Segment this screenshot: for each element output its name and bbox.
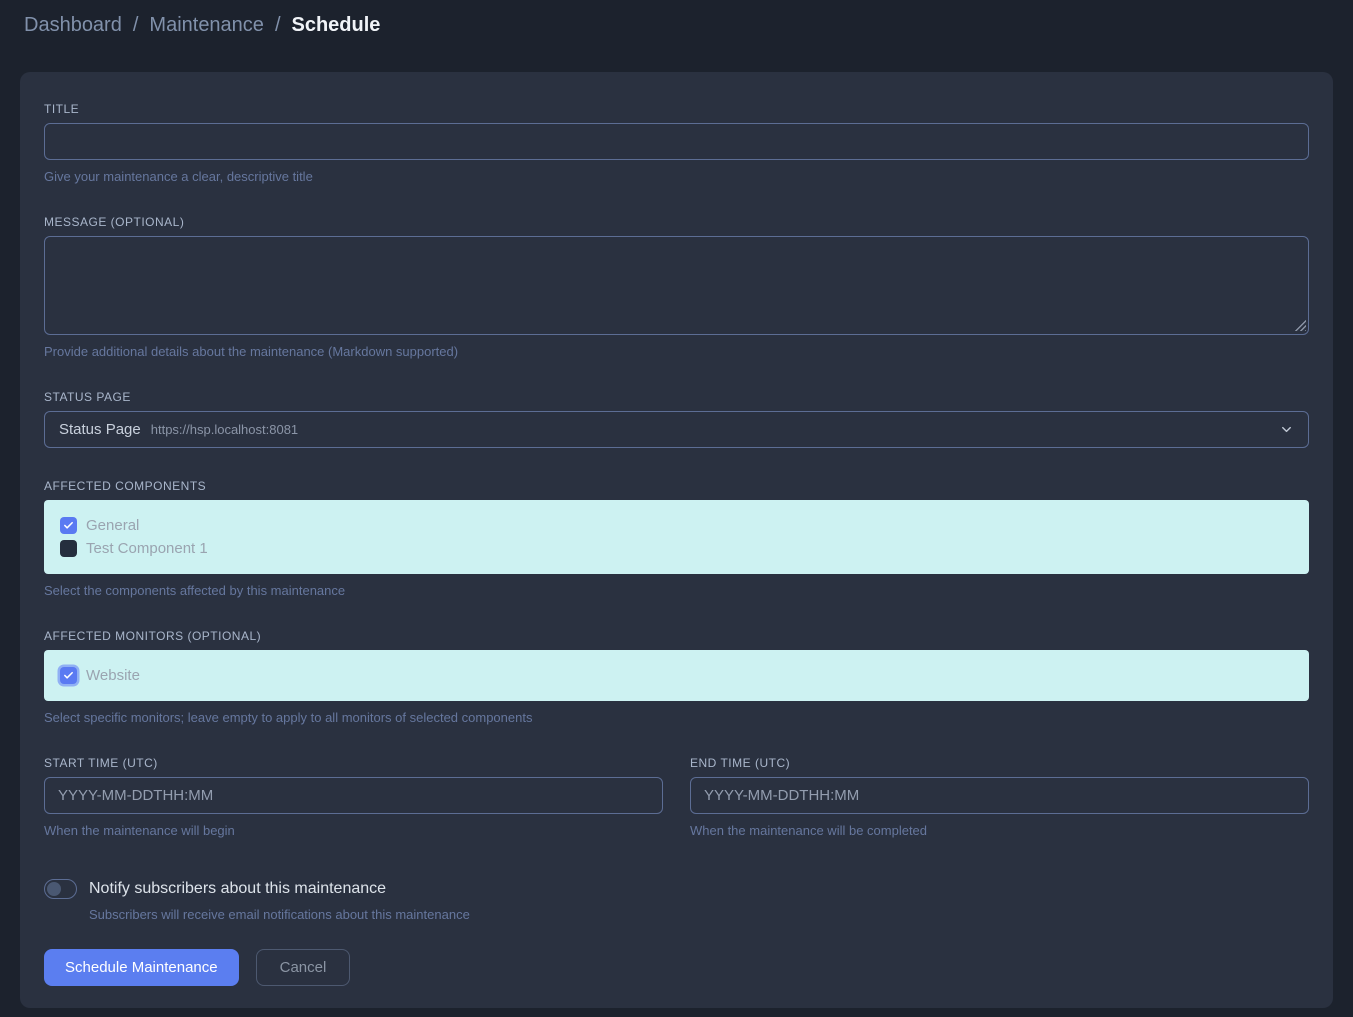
monitor-option-website[interactable]: Website (60, 665, 1293, 686)
time-fields-row: START TIME (UTC) When the maintenance wi… (44, 756, 1309, 838)
toggle-knob (47, 882, 61, 896)
notify-subscribers-helper-text: Subscribers will receive email notificat… (89, 907, 1309, 922)
affected-components-option-box: General Test Component 1 (44, 500, 1309, 574)
message-field-group: MESSAGE (OPTIONAL) Provide additional de… (44, 215, 1309, 359)
breadcrumb-item-maintenance[interactable]: Maintenance (149, 14, 264, 37)
form-actions: Schedule Maintenance Cancel (44, 949, 1309, 986)
checkbox-checked-icon[interactable] (60, 517, 77, 534)
start-time-label: START TIME (UTC) (44, 756, 663, 770)
notify-subscribers-group: Notify subscribers about this maintenanc… (44, 879, 1309, 922)
breadcrumb-separator: / (275, 14, 281, 37)
component-option-general[interactable]: General (60, 515, 1293, 536)
start-time-input[interactable] (44, 777, 663, 814)
breadcrumb-item-dashboard[interactable]: Dashboard (24, 14, 122, 37)
component-option-label[interactable]: Test Component 1 (86, 540, 208, 557)
affected-components-helper-text: Select the components affected by this m… (44, 583, 1309, 598)
message-helper-text: Provide additional details about the mai… (44, 344, 1309, 359)
status-page-selected-name: Status Page (59, 421, 141, 438)
top-bar: Dashboard / Maintenance / Schedule (0, 0, 1353, 50)
status-page-selected-url: https://hsp.localhost:8081 (151, 422, 298, 437)
affected-components-label: AFFECTED COMPONENTS (44, 479, 1309, 493)
start-time-field-group: START TIME (UTC) When the maintenance wi… (44, 756, 663, 838)
breadcrumb-item-schedule: Schedule (292, 14, 381, 37)
status-page-field-group: STATUS PAGE Status Page https://hsp.loca… (44, 390, 1309, 448)
end-time-label: END TIME (UTC) (690, 756, 1309, 770)
monitor-option-label[interactable]: Website (86, 667, 140, 684)
breadcrumb: Dashboard / Maintenance / Schedule (24, 14, 380, 37)
affected-monitors-label: AFFECTED MONITORS (OPTIONAL) (44, 629, 1309, 643)
end-time-input[interactable] (690, 777, 1309, 814)
chevron-down-icon[interactable] (1279, 422, 1294, 437)
title-input[interactable] (44, 123, 1309, 160)
message-textarea-wrap (44, 236, 1309, 335)
affected-monitors-option-box: Website (44, 650, 1309, 701)
cancel-button[interactable]: Cancel (256, 949, 351, 986)
checkbox-checked-icon[interactable] (60, 667, 77, 684)
component-option-label[interactable]: General (86, 517, 139, 534)
component-option-test-component-1[interactable]: Test Component 1 (60, 538, 1293, 559)
title-helper-text: Give your maintenance a clear, descripti… (44, 169, 1309, 184)
notify-subscribers-label[interactable]: Notify subscribers about this maintenanc… (89, 880, 386, 898)
checkbox-unchecked-icon[interactable] (60, 540, 77, 557)
message-label: MESSAGE (OPTIONAL) (44, 215, 1309, 229)
notify-toggle-row: Notify subscribers about this maintenanc… (44, 879, 1309, 899)
affected-components-field-group: AFFECTED COMPONENTS General Test Compone… (44, 479, 1309, 598)
affected-monitors-field-group: AFFECTED MONITORS (OPTIONAL) Website Sel… (44, 629, 1309, 725)
schedule-maintenance-form-card: TITLE Give your maintenance a clear, des… (20, 72, 1333, 1008)
end-time-helper-text: When the maintenance will be completed (690, 823, 1309, 838)
status-page-label: STATUS PAGE (44, 390, 1309, 404)
affected-monitors-helper-text: Select specific monitors; leave empty to… (44, 710, 1309, 725)
title-label: TITLE (44, 102, 1309, 116)
notify-subscribers-toggle[interactable] (44, 879, 77, 899)
end-time-field-group: END TIME (UTC) When the maintenance will… (690, 756, 1309, 838)
title-field-group: TITLE Give your maintenance a clear, des… (44, 102, 1309, 184)
breadcrumb-separator: / (133, 14, 139, 37)
schedule-maintenance-button[interactable]: Schedule Maintenance (44, 949, 239, 986)
start-time-helper-text: When the maintenance will begin (44, 823, 663, 838)
message-textarea[interactable] (44, 236, 1309, 335)
status-page-select[interactable]: Status Page https://hsp.localhost:8081 (44, 411, 1309, 448)
